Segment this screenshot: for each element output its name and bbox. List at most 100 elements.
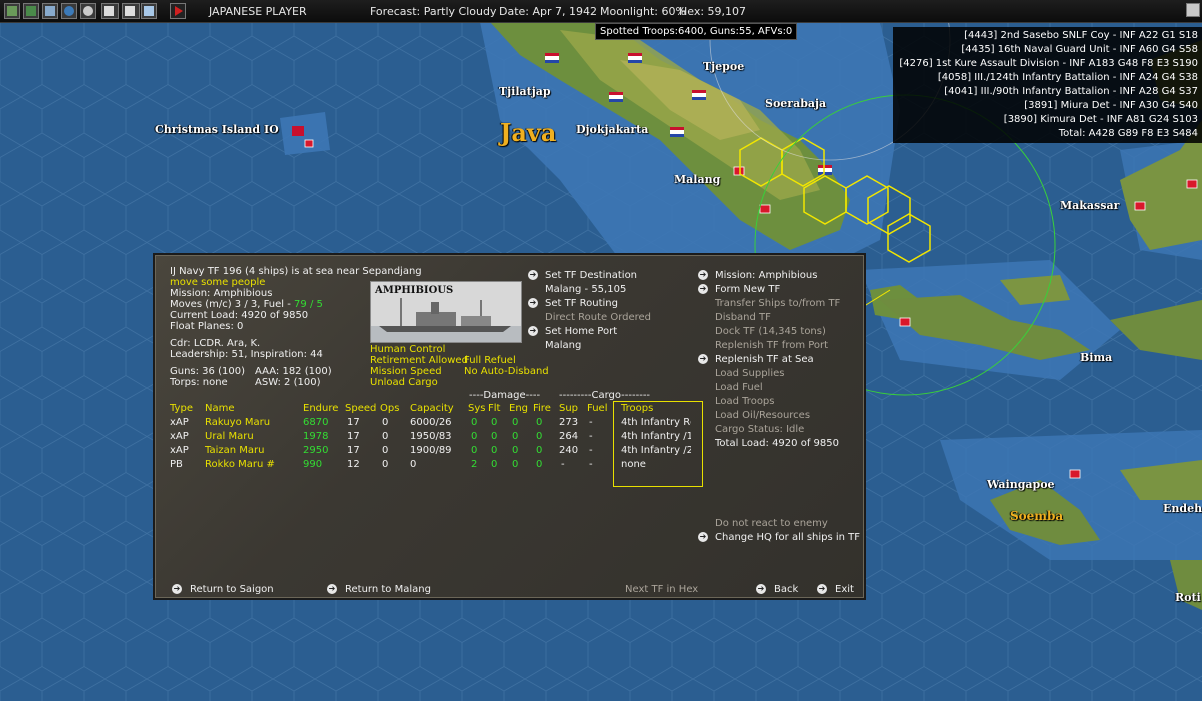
back-button[interactable]: Back bbox=[774, 584, 798, 596]
cell-troops-link[interactable]: 4th Infantry /1 bbox=[621, 431, 691, 443]
no-react-toggle[interactable]: Do not react to enemy bbox=[715, 518, 828, 530]
form-new-tf-button[interactable]: Form New TF bbox=[715, 284, 780, 296]
unit-line: [4276] 1st Kure Assault Division - INF A… bbox=[899, 58, 1198, 69]
load-fuel-button[interactable]: Load Fuel bbox=[715, 382, 763, 394]
tf-fuel-value: 79 / 5 bbox=[294, 299, 323, 310]
cell-flt: 0 bbox=[491, 445, 498, 456]
cell-troops-link[interactable]: 4th Infantry Rg bbox=[621, 417, 691, 429]
unload-cargo-toggle[interactable]: Unload Cargo bbox=[370, 377, 438, 389]
globe-icon[interactable] bbox=[61, 3, 77, 19]
disband-tf-button[interactable]: Disband TF bbox=[715, 312, 771, 324]
unit-line: [4435] 16th Naval Guard Unit - INF A60 G… bbox=[961, 44, 1198, 55]
cell-speed: 17 bbox=[347, 445, 360, 456]
cell-speed: 17 bbox=[347, 431, 360, 442]
cell-eng: 0 bbox=[512, 417, 519, 428]
date-label: Date: Apr 7, 1942 bbox=[499, 5, 598, 18]
unit-total: Total: A428 G89 F8 E3 S484 bbox=[1058, 128, 1198, 139]
arrow-icon: ➔ bbox=[172, 584, 182, 594]
cell-sys: 0 bbox=[471, 431, 478, 442]
col-speed: Speed bbox=[345, 403, 377, 414]
tf-float-planes: Float Planes: 0 bbox=[170, 321, 244, 332]
cell-troops-link[interactable]: 4th Infantry /2 bbox=[621, 445, 691, 457]
unit-line: [4058] III./124th Infantry Battalion - I… bbox=[937, 72, 1198, 83]
tf-leadership: Leadership: 51, Inspiration: 44 bbox=[170, 349, 323, 360]
change-hq-button[interactable]: Change HQ for all ships in TF bbox=[715, 532, 860, 544]
close-icon[interactable] bbox=[1186, 3, 1200, 17]
arrow-icon: ➔ bbox=[327, 584, 337, 594]
cell-fire: 0 bbox=[536, 431, 543, 442]
turn-icon[interactable] bbox=[170, 3, 186, 19]
map-label-roti: Roti bbox=[1175, 591, 1201, 604]
cell-flt: 0 bbox=[491, 431, 498, 442]
map-label-waingapoe: Waingapoe bbox=[987, 478, 1055, 491]
arrow-icon: ➔ bbox=[817, 584, 827, 594]
map-label-bima: Bima bbox=[1080, 351, 1113, 364]
load-troops-button[interactable]: Load Troops bbox=[715, 396, 775, 408]
arrow-icon: ➔ bbox=[528, 298, 538, 308]
map-label-endeh: Endeh bbox=[1163, 502, 1202, 515]
replenish-sea-button[interactable]: Replenish TF at Sea bbox=[715, 354, 814, 366]
transfer-ships-button[interactable]: Transfer Ships to/from TF bbox=[715, 298, 840, 310]
cell-speed: 17 bbox=[347, 417, 360, 428]
ship-name-link[interactable]: Ural Maru bbox=[205, 431, 254, 443]
cell-sys: 0 bbox=[471, 445, 478, 456]
tf-moves-label: Moves (m/c) 3 / 3, Fuel - bbox=[170, 299, 295, 310]
map-label-soemba: Soemba bbox=[1010, 509, 1064, 523]
arrow-icon: ➔ bbox=[698, 270, 708, 280]
arrow-icon: ➔ bbox=[756, 584, 766, 594]
col-endure: Endure bbox=[303, 403, 339, 414]
unit-line: [3890] Kimura Det - INF A81 G24 S103 bbox=[1003, 114, 1198, 125]
ship-name-link[interactable]: Rakuyo Maru bbox=[205, 417, 270, 429]
set-destination-button[interactable]: Set TF Destination bbox=[545, 270, 637, 282]
col-fire: Fire bbox=[533, 403, 551, 414]
forecast-label: Forecast: Partly Cloudy bbox=[370, 5, 497, 18]
cell-sup: 240 bbox=[559, 445, 579, 456]
cell-eng: 0 bbox=[512, 459, 519, 470]
return-saigon-button[interactable]: Return to Saigon bbox=[190, 584, 274, 596]
cell-endure: 990 bbox=[303, 459, 323, 470]
chart-icon[interactable] bbox=[23, 3, 39, 19]
auto-disband-toggle[interactable]: No Auto-Disband bbox=[464, 366, 549, 378]
cell-ops: 0 bbox=[382, 445, 389, 456]
total-load: Total Load: 4920 of 9850 bbox=[715, 438, 839, 449]
replenish-port-button[interactable]: Replenish TF from Port bbox=[715, 340, 828, 352]
map-label-tjilatjap: Tjilatjap bbox=[499, 85, 551, 98]
dock-tf-button[interactable]: Dock TF (14,345 tons) bbox=[715, 326, 826, 338]
set-home-port-button[interactable]: Set Home Port bbox=[545, 326, 617, 338]
cell-fire: 0 bbox=[536, 445, 543, 456]
top-status-bar: JAPANESE PLAYER Forecast: Partly Cloudy … bbox=[0, 0, 1202, 23]
mission-button[interactable]: Mission: Amphibious bbox=[715, 270, 817, 282]
load-oil-button[interactable]: Load Oil/Resources bbox=[715, 410, 810, 422]
col-type: Type bbox=[170, 403, 193, 414]
exit-button[interactable]: Exit bbox=[835, 584, 854, 596]
ship-name-link[interactable]: Taizan Maru bbox=[205, 445, 264, 457]
ship-name-link[interactable]: Rokko Maru # bbox=[205, 459, 275, 471]
col-eng: Eng bbox=[509, 403, 529, 414]
cell-sys: 2 bbox=[471, 459, 478, 470]
ob-icon[interactable] bbox=[101, 3, 119, 19]
info-icon[interactable] bbox=[42, 3, 58, 19]
arrow-icon: ➔ bbox=[698, 532, 708, 542]
hex-label: Hex: 59,107 bbox=[679, 5, 747, 18]
return-malang-button[interactable]: Return to Malang bbox=[345, 584, 431, 596]
settings-icon[interactable] bbox=[80, 3, 96, 19]
cell-capacity: 0 bbox=[410, 459, 417, 470]
cell-capacity: 1950/83 bbox=[410, 431, 452, 442]
cargo-status: Cargo Status: Idle bbox=[715, 424, 805, 435]
window-icon[interactable] bbox=[141, 3, 157, 19]
unit-line: [4041] III./90th Infantry Battalion - IN… bbox=[944, 86, 1198, 97]
set-routing-button[interactable]: Set TF Routing bbox=[545, 298, 618, 310]
cell-eng: 0 bbox=[512, 431, 519, 442]
cell-sup: 273 bbox=[559, 417, 579, 428]
arrow-icon: ➔ bbox=[698, 284, 708, 294]
dh-icon[interactable] bbox=[122, 3, 140, 19]
load-supplies-button[interactable]: Load Supplies bbox=[715, 368, 784, 380]
map-label-makassar: Makassar bbox=[1060, 199, 1120, 212]
task-force-panel: IJ Navy TF 196 (4 ships) is at sea near … bbox=[153, 253, 866, 600]
cell-speed: 12 bbox=[347, 459, 360, 470]
cell-type: xAP bbox=[170, 445, 189, 456]
map-icon[interactable] bbox=[4, 3, 20, 19]
map-label-java: Java bbox=[500, 118, 557, 147]
cell-type: xAP bbox=[170, 417, 189, 428]
next-tf-button[interactable]: Next TF in Hex bbox=[625, 584, 698, 596]
